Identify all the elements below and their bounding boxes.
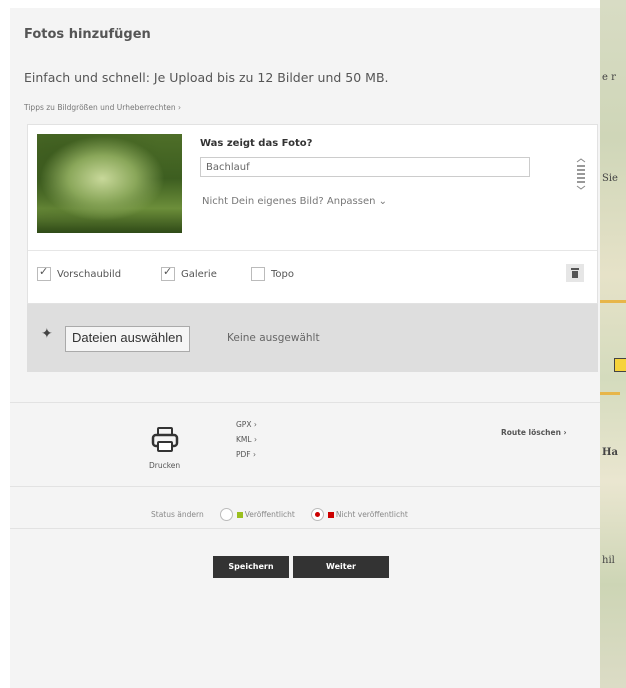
tips-link[interactable]: Tipps zu Bildgrößen und Urheberrechten › bbox=[24, 103, 181, 112]
save-button[interactable]: Speichern bbox=[213, 556, 289, 578]
printer-icon[interactable] bbox=[151, 427, 179, 453]
file-status: Keine ausgewählt bbox=[227, 332, 320, 344]
map-label: hil bbox=[602, 555, 615, 566]
published-label: Veröffentlicht bbox=[244, 510, 295, 519]
caption-input[interactable] bbox=[200, 157, 530, 177]
map-road bbox=[600, 300, 626, 303]
unpublished-color-swatch bbox=[327, 511, 334, 518]
published-radio[interactable] bbox=[219, 508, 233, 521]
divider bbox=[10, 528, 600, 529]
upload-hint: Einfach und schnell: Je Upload bis zu 12… bbox=[24, 70, 389, 85]
trash-icon[interactable] bbox=[566, 264, 584, 282]
option-topo[interactable]: Topo bbox=[251, 267, 294, 281]
published-color-swatch bbox=[236, 511, 243, 518]
divider bbox=[10, 402, 600, 403]
file-upload-area: ✦ Dateien auswählen Keine ausgewählt bbox=[27, 304, 598, 372]
caption-label: Was zeigt das Foto? bbox=[200, 138, 313, 149]
photo-card: Was zeigt das Foto? Nicht Dein eigenes B… bbox=[27, 124, 598, 304]
topo-label: Topo bbox=[271, 268, 294, 280]
map-marker[interactable] bbox=[614, 358, 626, 372]
divider bbox=[10, 486, 600, 487]
photo-thumbnail[interactable] bbox=[37, 134, 182, 233]
print-label[interactable]: Drucken bbox=[149, 461, 180, 470]
plus-icon: ✦ bbox=[41, 326, 53, 342]
edit-panel: Fotos hinzufügen Einfach und schnell: Je… bbox=[10, 8, 600, 688]
adjust-link[interactable]: Nicht Dein eigenes Bild? Anpassen ⌄ bbox=[202, 196, 387, 207]
drag-handle-icon[interactable] bbox=[575, 158, 587, 190]
vorschaubild-checkbox[interactable] bbox=[37, 265, 51, 281]
chevron-down-icon: ⌄ bbox=[378, 196, 388, 207]
pdf-link[interactable]: PDF › bbox=[236, 450, 256, 459]
choose-files-button[interactable]: Dateien auswählen bbox=[65, 326, 190, 352]
next-button[interactable]: Weiter bbox=[293, 556, 389, 578]
map-label: Sie bbox=[602, 173, 618, 184]
map-road bbox=[600, 392, 620, 395]
adjust-link-label: Nicht Dein eigenes Bild? Anpassen bbox=[202, 196, 376, 207]
topo-checkbox[interactable] bbox=[251, 267, 265, 281]
status-row: Status ändern Veröffentlicht Nicht veröf… bbox=[151, 508, 408, 521]
status-label: Status ändern bbox=[151, 510, 204, 519]
kml-link[interactable]: KML › bbox=[236, 435, 257, 444]
unpublished-label: Nicht veröffentlicht bbox=[335, 510, 408, 519]
galerie-label: Galerie bbox=[181, 268, 217, 280]
map-label: e r bbox=[602, 72, 616, 83]
galerie-checkbox[interactable] bbox=[161, 265, 175, 281]
option-galerie[interactable]: Galerie bbox=[161, 265, 217, 281]
map-label: Ha bbox=[602, 447, 618, 458]
unpublished-radio[interactable] bbox=[310, 508, 324, 521]
map-view[interactable]: e r Sie Ha hil bbox=[600, 0, 626, 688]
option-vorschaubild[interactable]: Vorschaubild bbox=[37, 265, 122, 281]
delete-route-link[interactable]: Route löschen › bbox=[501, 428, 567, 437]
section-title: Fotos hinzufügen bbox=[24, 27, 151, 42]
card-divider bbox=[28, 250, 597, 251]
gpx-link[interactable]: GPX › bbox=[236, 420, 257, 429]
vorschaubild-label: Vorschaubild bbox=[57, 268, 122, 280]
